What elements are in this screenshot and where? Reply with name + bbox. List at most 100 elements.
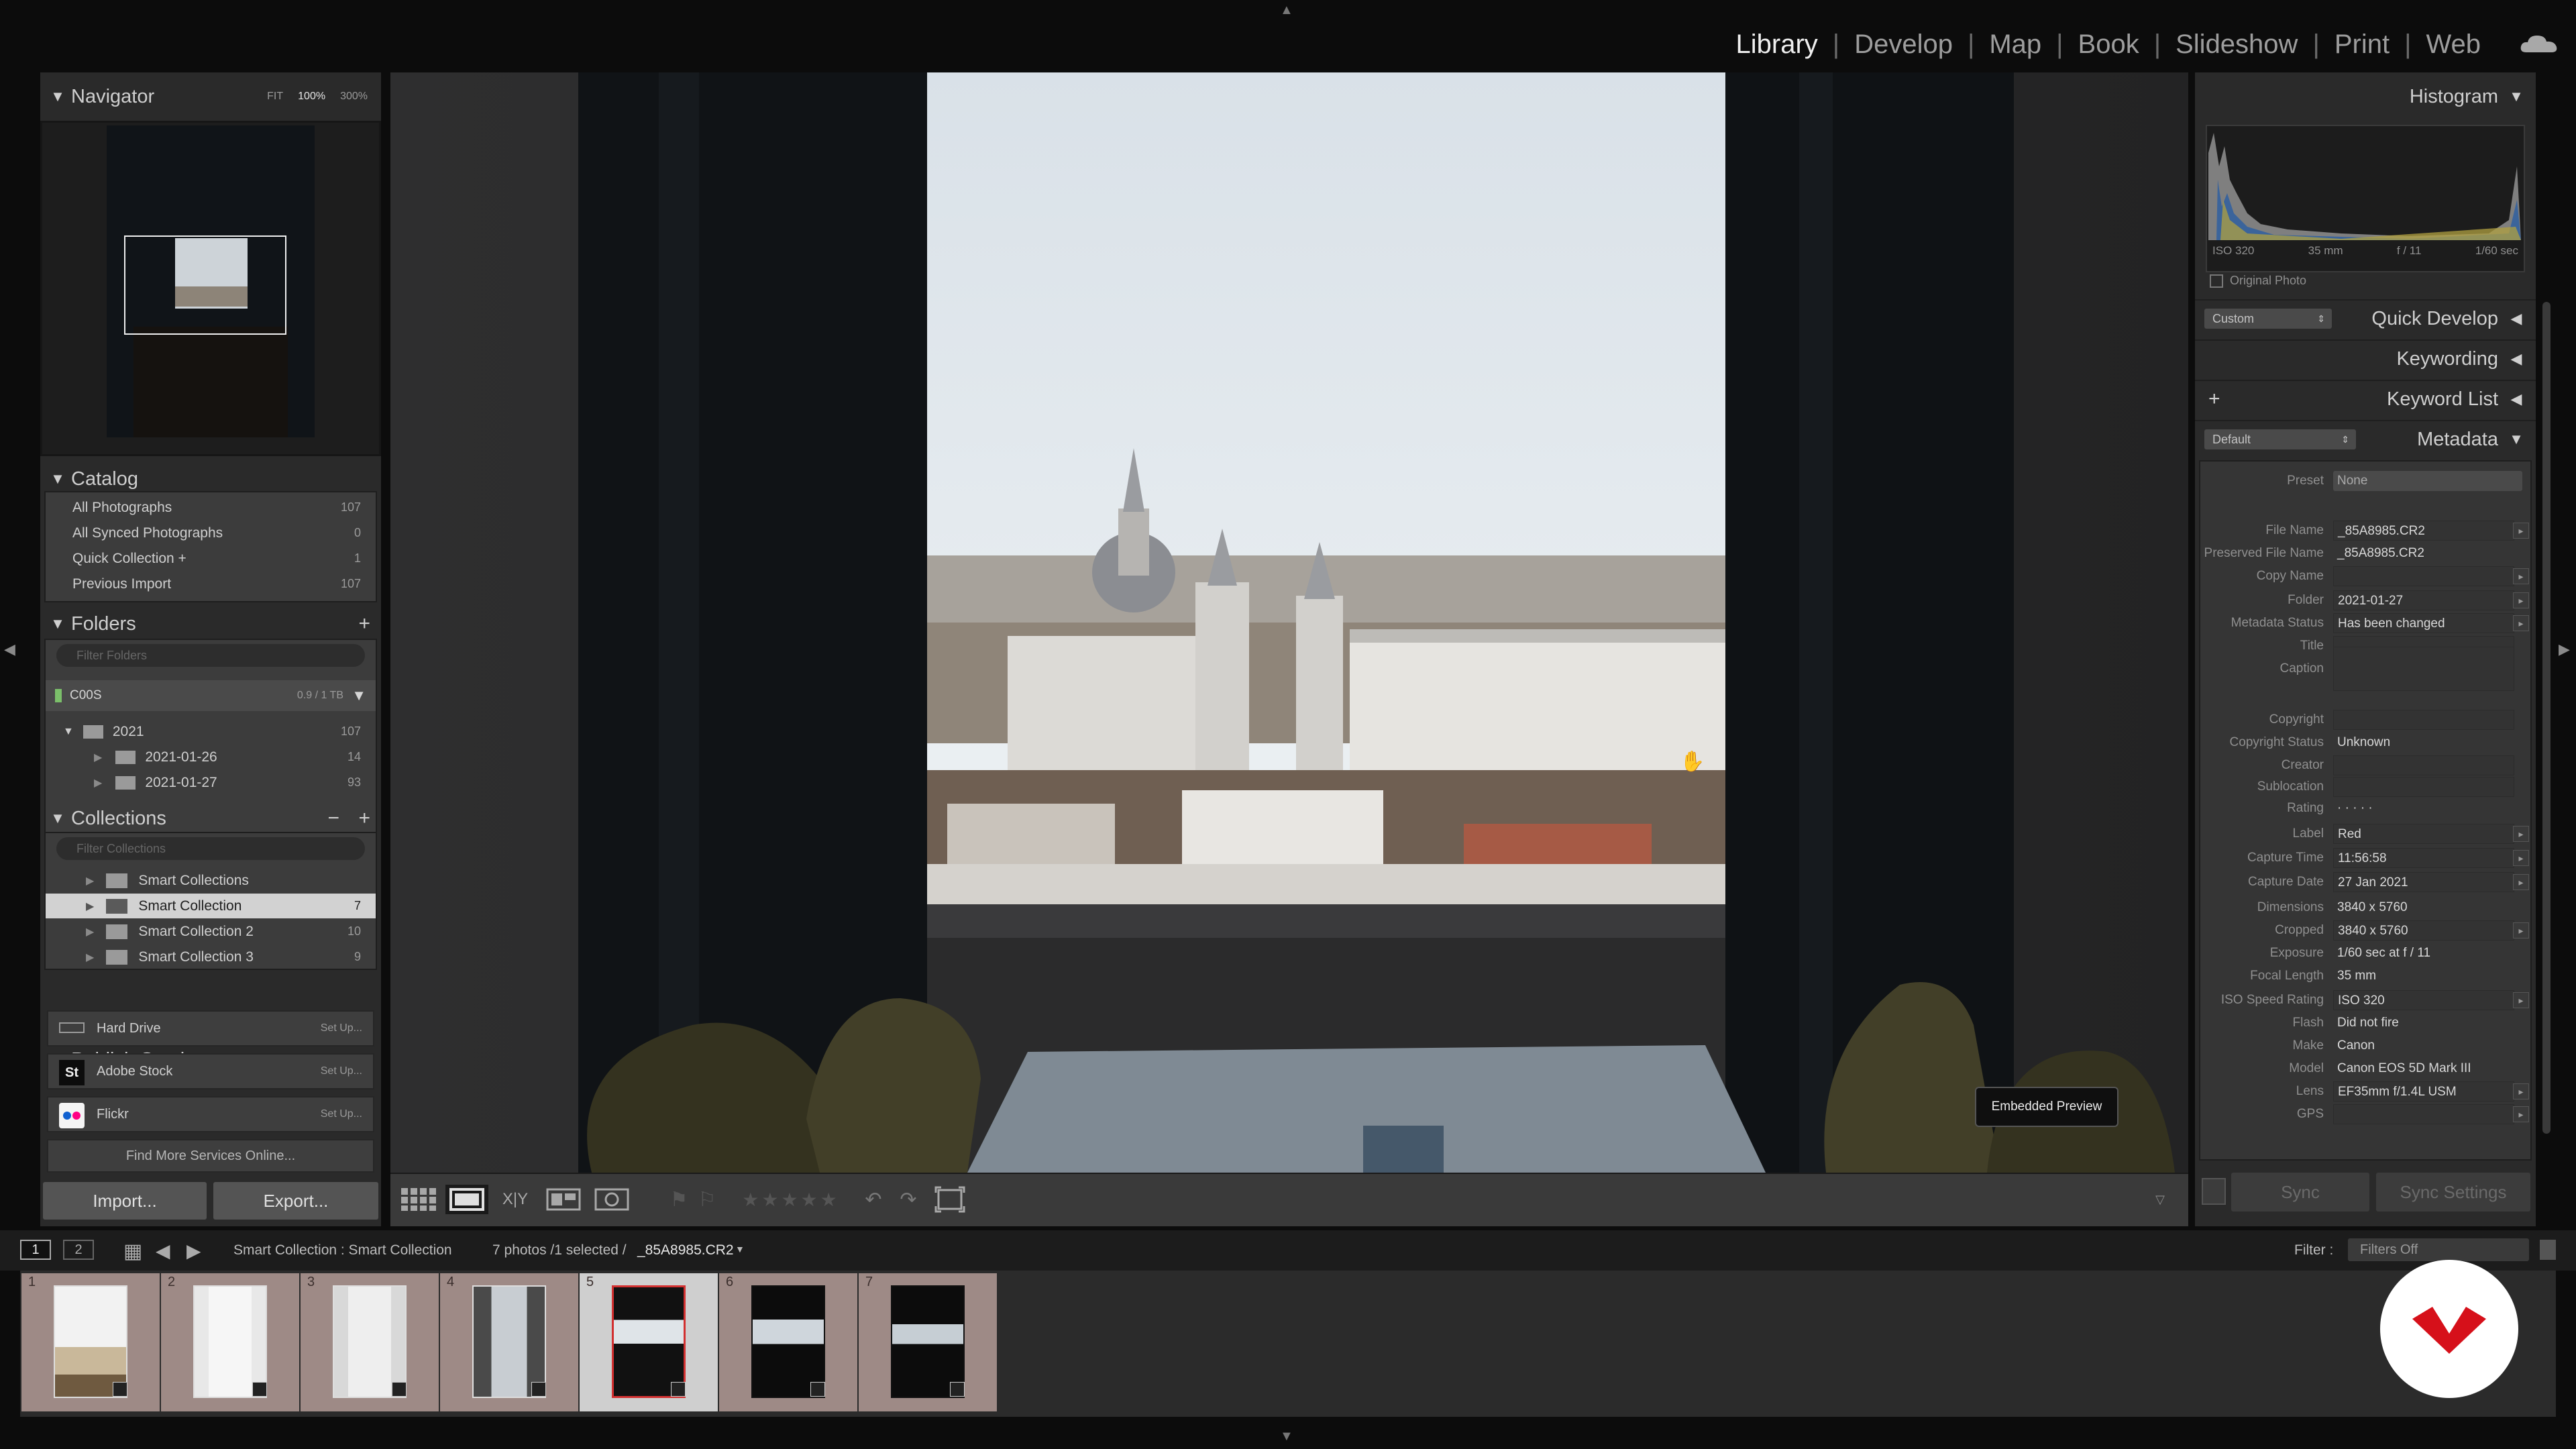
metadata-value[interactable]: 3840 x 5760 bbox=[2333, 920, 2514, 941]
metadata-value[interactable] bbox=[2333, 755, 2514, 775]
filmstrip-thumbnail[interactable]: 4 bbox=[440, 1273, 578, 1411]
loupe-view[interactable]: ✋ Embedded Preview bbox=[390, 72, 2188, 1173]
secondary-window-button[interactable]: 2 bbox=[63, 1240, 94, 1260]
expand-triangle-icon[interactable]: ▶ bbox=[94, 776, 102, 790]
rotate-right-icon[interactable]: ↷ bbox=[894, 1185, 923, 1214]
metadata-action-icon[interactable]: ▸ bbox=[2513, 523, 2529, 539]
grid-view-icon[interactable] bbox=[397, 1185, 440, 1214]
histogram-header[interactable]: Histogram ▼ bbox=[2195, 78, 2536, 115]
filmstrip-thumbnail-selected[interactable]: 5 bbox=[580, 1273, 718, 1411]
metadata-value[interactable]: 2021-01-27 bbox=[2333, 590, 2514, 610]
module-web[interactable]: Web bbox=[2411, 30, 2496, 60]
expand-triangle-icon[interactable]: ▶ bbox=[86, 951, 94, 964]
module-develop[interactable]: Develop bbox=[1839, 30, 1968, 60]
metadata-value[interactable]: Has been changed bbox=[2333, 613, 2514, 633]
collection-set-item[interactable]: ▶ Smart Collections bbox=[46, 868, 376, 893]
navigator-preview[interactable] bbox=[40, 121, 381, 456]
filmstrip-thumbnail[interactable]: 2 bbox=[161, 1273, 299, 1411]
star-rating-icon[interactable]: ★★★★★ bbox=[734, 1185, 848, 1214]
metadata-view-select[interactable]: Default ⇕ bbox=[2204, 429, 2356, 449]
forward-arrow-icon[interactable]: ▶ bbox=[186, 1240, 201, 1262]
metadata-value[interactable]: _85A8985.CR2 bbox=[2333, 521, 2514, 541]
module-map[interactable]: Map bbox=[1974, 30, 2056, 60]
quick-develop-preset-select[interactable]: Custom ⇕ bbox=[2204, 309, 2332, 329]
export-button[interactable]: Export... bbox=[213, 1182, 378, 1220]
folders-header[interactable]: ▼ Folders + bbox=[44, 605, 380, 643]
histogram-chart[interactable]: ISO 320 35 mm f / 11 1/60 sec bbox=[2206, 125, 2525, 272]
original-photo-row[interactable]: Original Photo bbox=[2210, 274, 2306, 288]
folder-item[interactable]: ▶ 2021-01-27 93 bbox=[46, 770, 376, 795]
collections-filter-input[interactable]: Filter Collections bbox=[56, 837, 365, 860]
metadata-value[interactable]: Red bbox=[2333, 824, 2514, 844]
volume-row[interactable]: C00S 0.9 / 1 TB ▼ bbox=[46, 680, 376, 711]
toolbar-menu-icon[interactable]: ▽ bbox=[2147, 1185, 2174, 1214]
metadata-action-icon[interactable]: ▸ bbox=[2513, 1106, 2529, 1122]
keyword-list-header[interactable]: + Keyword List ◀ bbox=[2195, 380, 2536, 417]
right-panel-toggle[interactable]: ▶ bbox=[2559, 641, 2570, 658]
setup-link[interactable]: Set Up... bbox=[321, 1022, 362, 1034]
filmstrip-thumbnail[interactable]: 6 bbox=[719, 1273, 857, 1411]
setup-link[interactable]: Set Up... bbox=[321, 1108, 362, 1120]
add-folder-icon[interactable]: + bbox=[358, 612, 370, 635]
navigator-zoom-frame[interactable] bbox=[124, 235, 286, 335]
filmstrip-filename[interactable]: _85A8985.CR2 bbox=[637, 1242, 734, 1258]
metadata-value[interactable] bbox=[2333, 777, 2514, 797]
expand-triangle-icon[interactable]: ▶ bbox=[86, 900, 94, 913]
expand-triangle-icon[interactable]: ▶ bbox=[86, 874, 94, 888]
module-print[interactable]: Print bbox=[2320, 30, 2404, 60]
navigator-header[interactable]: ▼ Navigator FIT 100% 300% bbox=[44, 78, 380, 115]
metadata-action-icon[interactable]: ▸ bbox=[2513, 592, 2529, 608]
folder-item[interactable]: ▶ 2021-01-26 14 bbox=[46, 745, 376, 769]
left-panel-toggle[interactable]: ◀ bbox=[4, 641, 15, 658]
module-library[interactable]: Library bbox=[1721, 30, 1833, 60]
filename-dropdown-icon[interactable]: ▼ bbox=[735, 1244, 745, 1254]
find-more-services-button[interactable]: Find More Services Online... bbox=[47, 1139, 374, 1173]
auto-sync-toggle[interactable] bbox=[2202, 1178, 2226, 1205]
setup-link[interactable]: Set Up... bbox=[321, 1065, 362, 1077]
metadata-value[interactable]: ISO 320 bbox=[2333, 990, 2514, 1010]
collection-item-selected[interactable]: ▶ Smart Collection 7 bbox=[46, 894, 376, 918]
remove-collection-icon[interactable]: − bbox=[327, 807, 339, 830]
sync-button[interactable]: Sync bbox=[2231, 1173, 2369, 1212]
flag-pick-icon[interactable]: ⚑ bbox=[665, 1185, 692, 1214]
metadata-action-icon[interactable]: ▸ bbox=[2513, 1083, 2529, 1099]
cloud-icon[interactable] bbox=[2520, 34, 2559, 54]
metadata-value[interactable]: EF35mm f/1.4L USM bbox=[2333, 1081, 2514, 1102]
compare-view-icon[interactable]: X|Y bbox=[494, 1185, 537, 1214]
metadata-action-icon[interactable]: ▸ bbox=[2513, 826, 2529, 842]
add-collection-icon[interactable]: + bbox=[358, 807, 370, 830]
original-photo-checkbox[interactable] bbox=[2210, 274, 2223, 288]
expand-triangle-icon[interactable]: ▶ bbox=[86, 925, 94, 938]
metadata-action-icon[interactable]: ▸ bbox=[2513, 992, 2529, 1008]
catalog-item[interactable]: All Photographs 107 bbox=[46, 495, 376, 520]
module-slideshow[interactable]: Slideshow bbox=[2161, 30, 2312, 60]
back-arrow-icon[interactable]: ◀ bbox=[156, 1240, 170, 1262]
volume-menu-icon[interactable]: ▼ bbox=[352, 687, 366, 704]
keywording-header[interactable]: Keywording ◀ bbox=[2195, 339, 2536, 377]
top-panel-toggle[interactable]: ▲ bbox=[1280, 3, 1293, 18]
module-book[interactable]: Book bbox=[2063, 30, 2154, 60]
import-button[interactable]: Import... bbox=[43, 1182, 207, 1220]
filmstrip-thumbnail[interactable]: 7 bbox=[859, 1273, 997, 1411]
filter-lock-icon[interactable] bbox=[2540, 1240, 2556, 1260]
metadata-value[interactable]: 27 Jan 2021 bbox=[2333, 872, 2514, 892]
folders-filter-input[interactable]: Filter Folders bbox=[56, 644, 365, 667]
publish-service-flickr[interactable]: Flickr Set Up... bbox=[47, 1096, 374, 1132]
metadata-action-icon[interactable]: ▸ bbox=[2513, 922, 2529, 938]
expand-triangle-icon[interactable]: ▶ bbox=[94, 751, 102, 764]
metadata-value[interactable] bbox=[2333, 647, 2514, 691]
rotate-left-icon[interactable]: ↶ bbox=[859, 1185, 888, 1214]
folder-item[interactable]: ▼ 2021 107 bbox=[46, 719, 376, 744]
main-window-button[interactable]: 1 bbox=[20, 1240, 51, 1260]
loupe-view-icon[interactable] bbox=[445, 1185, 488, 1214]
filter-select[interactable]: Filters Off bbox=[2348, 1238, 2529, 1261]
metadata-header[interactable]: Default ⇕ Metadata ▼ bbox=[2195, 420, 2536, 458]
expand-triangle-icon[interactable]: ▼ bbox=[63, 726, 74, 738]
metadata-action-icon[interactable]: ▸ bbox=[2513, 615, 2529, 631]
zoom-100[interactable]: 100% bbox=[298, 91, 325, 103]
catalog-item[interactable]: All Synced Photographs 0 bbox=[46, 521, 376, 545]
filmstrip-breadcrumb[interactable]: Smart Collection : Smart Collection bbox=[233, 1242, 452, 1258]
collection-item[interactable]: ▶ Smart Collection 2 10 bbox=[46, 919, 376, 944]
metadata-value[interactable] bbox=[2333, 710, 2514, 730]
right-panel-scrollbar[interactable] bbox=[2542, 302, 2551, 1134]
